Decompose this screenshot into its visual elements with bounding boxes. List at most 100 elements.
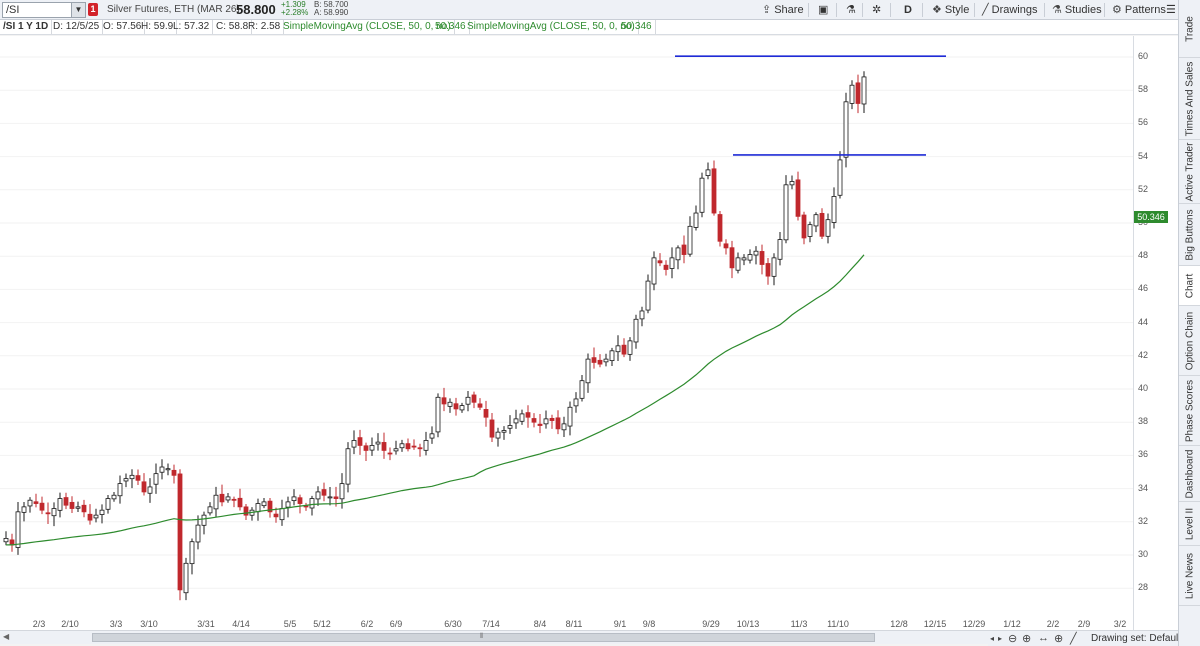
candle-body: [531, 418, 537, 423]
candle-body: [429, 433, 435, 439]
info-date: D: 12/5/25: [50, 20, 104, 34]
candle-body: [183, 562, 189, 594]
candle-body: [681, 244, 687, 255]
candle-body: [699, 177, 705, 213]
drawings-label: Drawings: [991, 4, 1038, 16]
candle-body: [801, 214, 807, 239]
tab-phase-scores[interactable]: Phase Scores: [1179, 376, 1200, 446]
share-button[interactable]: ⇪ Share: [762, 2, 804, 18]
candle-body: [243, 506, 249, 516]
date-tick-label: 8/4: [533, 619, 547, 629]
scroll-left-icon[interactable]: ◀: [3, 632, 9, 641]
candle-body: [273, 513, 279, 518]
candle-body: [411, 445, 417, 448]
candle-body: [45, 512, 51, 515]
date-tick-label: 2/10: [61, 619, 79, 629]
studies-label: Studies: [1064, 4, 1102, 16]
candle-body: [633, 318, 639, 343]
candle-body: [753, 250, 759, 256]
candle-body: [615, 345, 621, 353]
candle-body: [141, 481, 147, 493]
tab-option-chain[interactable]: Option Chain: [1179, 306, 1200, 376]
date-tick-label: 3/10: [140, 619, 158, 629]
tab-live-news[interactable]: Live News: [1179, 546, 1200, 606]
gear-icon[interactable]: ✲: [872, 2, 881, 18]
candle-body: [165, 468, 171, 471]
date-tick-label: 6/2: [360, 619, 374, 629]
price-tick-label: 58: [1138, 84, 1149, 95]
tab-chart[interactable]: Chart: [1179, 266, 1200, 306]
aggregation-button[interactable]: D: [904, 2, 912, 18]
candle-body: [501, 430, 507, 433]
drawing-set-label[interactable]: Drawing set: Default: [1091, 633, 1181, 644]
menu-icon[interactable]: ☰: [1166, 2, 1176, 18]
style-button[interactable]: ❖ Style: [932, 2, 969, 18]
share-label: Share: [774, 4, 804, 16]
tab-level-ii[interactable]: Level II: [1179, 502, 1200, 546]
toolbar-divider: [922, 3, 923, 17]
tab-dashboard[interactable]: Dashboard: [1179, 446, 1200, 502]
candle-body: [171, 469, 177, 476]
candle-body: [447, 401, 453, 407]
chevron-down-icon[interactable]: ▼: [71, 3, 85, 17]
candle-body: [321, 489, 327, 496]
horizontal-scrollbar[interactable]: ◀ ⦀: [0, 630, 988, 644]
candle-body: [237, 497, 243, 508]
candle-body: [255, 503, 261, 513]
drawing-tool-icon[interactable]: ╱: [1070, 632, 1077, 645]
studies-button[interactable]: ⚗ Studies: [1052, 2, 1102, 18]
candle-body: [315, 491, 321, 500]
candle-body: [213, 494, 219, 510]
candle-body: [87, 513, 93, 521]
candle-body: [609, 350, 615, 362]
style-label: Style: [944, 4, 970, 16]
zoom-out-icon[interactable]: ⊖: [1008, 632, 1017, 645]
crosshair-icon[interactable]: ⊕: [1054, 632, 1063, 645]
candle-body: [435, 396, 441, 433]
tab-big-buttons[interactable]: Big Buttons: [1179, 204, 1200, 266]
tab-trade[interactable]: Trade: [1179, 0, 1200, 58]
candle-body: [477, 403, 483, 408]
grid-icon[interactable]: ▣: [818, 2, 828, 18]
date-tick-label: 11/3: [790, 619, 808, 629]
study-label-1[interactable]: SimpleMovingAvg (CLOSE, 50, 0, no): [280, 20, 455, 34]
price-chart[interactable]: [0, 36, 1133, 630]
candle-body: [159, 466, 165, 473]
study-label-2[interactable]: SimpleMovingAvg (CLOSE, 50, 0, no): [464, 20, 639, 34]
tab-active-trader[interactable]: Active Trader: [1179, 140, 1200, 204]
scroll-thumb[interactable]: [92, 633, 875, 642]
scroll-right-small-icon[interactable]: ▸: [998, 634, 1002, 643]
price-axis[interactable]: 6058565452504846444240383634323028: [1133, 36, 1178, 630]
candle-body: [813, 214, 819, 227]
candle-body: [573, 398, 579, 407]
toolbar-divider: [836, 3, 837, 17]
drawings-button[interactable]: ╱ Drawings: [982, 2, 1037, 18]
flask-icon[interactable]: ⚗: [846, 2, 856, 18]
zoom-in-icon[interactable]: ⊕: [1022, 632, 1031, 645]
candle-body: [663, 264, 669, 270]
date-tick-label: 2/3: [32, 619, 46, 629]
candle-body: [291, 496, 297, 502]
toolbar-divider: [1044, 3, 1045, 17]
candle-body: [819, 212, 825, 237]
tab-times-and-sales[interactable]: Times And Sales: [1179, 58, 1200, 140]
candle-body: [519, 413, 525, 422]
ask-price: A: 58.990: [314, 8, 349, 17]
candle-body: [201, 514, 207, 526]
candle-body: [483, 409, 489, 418]
candle-body: [135, 475, 141, 481]
price-tick-label: 34: [1138, 482, 1149, 493]
alert-badge[interactable]: 1: [88, 3, 98, 16]
chart-canvas[interactable]: [0, 36, 1133, 630]
candle-body: [783, 184, 789, 241]
chart-app: /SI ▼ 1 Silver Futures, ETH (MAR 26) 58.…: [0, 0, 1200, 646]
candle-body: [825, 219, 831, 237]
patterns-button[interactable]: ⚙ Patterns: [1112, 2, 1166, 18]
candle-body: [63, 497, 69, 506]
pan-horizontal-icon[interactable]: ↔: [1038, 632, 1049, 644]
scroll-left-small-icon[interactable]: ◂: [990, 634, 994, 643]
candle-body: [3, 537, 9, 543]
price-tick-label: 42: [1138, 349, 1149, 360]
symbol-input[interactable]: /SI ▼: [2, 2, 86, 18]
date-tick-label: 6/9: [389, 619, 403, 629]
